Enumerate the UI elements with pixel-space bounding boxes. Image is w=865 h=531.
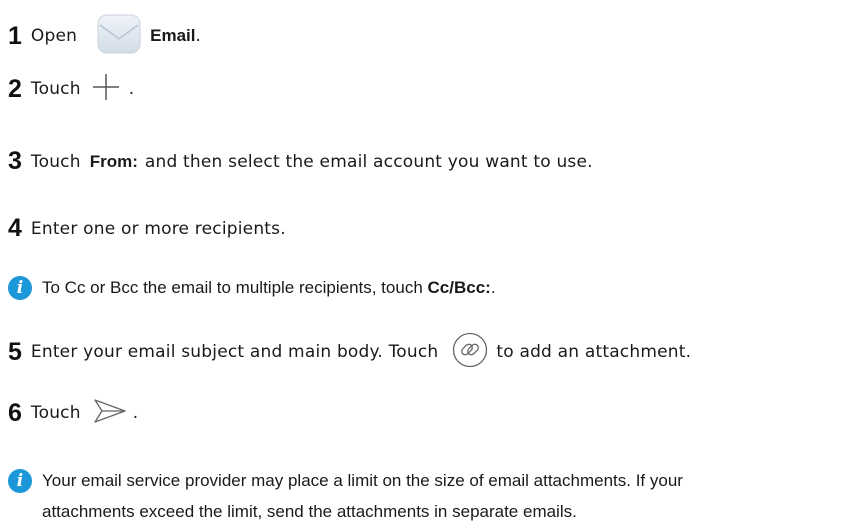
from-label: From: xyxy=(89,151,138,171)
step-5: 5 Enter your email subject and main body… xyxy=(8,332,691,372)
step-number: 4 xyxy=(8,214,22,242)
step-text: Enter your email subject and main body. … xyxy=(30,342,439,362)
email-app-icon xyxy=(97,14,141,58)
send-icon xyxy=(93,398,127,428)
step-6: 6 Touch . xyxy=(8,398,139,428)
step-text: Open xyxy=(30,26,78,46)
step-text: Touch xyxy=(30,79,81,99)
attachment-icon xyxy=(452,332,488,372)
step-text: Touch xyxy=(30,403,81,423)
cc-bcc-label: Cc/Bcc: xyxy=(427,278,491,297)
info-icon: i xyxy=(8,469,32,493)
step-number: 1 xyxy=(8,21,22,50)
step-number: 6 xyxy=(8,398,22,427)
step-1: 1 Open Email . xyxy=(8,14,201,58)
step-3: 3 Touch From: and then select the email … xyxy=(8,147,593,175)
note-text: To Cc or Bcc the email to multiple recip… xyxy=(42,278,496,297)
plus-icon xyxy=(91,72,121,106)
step-text: Enter one or more recipients. xyxy=(30,218,286,239)
note-cc-bcc: i To Cc or Bcc the email to multiple rec… xyxy=(8,276,496,300)
email-label: Email xyxy=(150,26,196,45)
step-number: 5 xyxy=(8,337,22,366)
note-text: Your email service provider may place a … xyxy=(42,471,683,521)
step-number: 2 xyxy=(8,74,22,103)
note-attachment-limit: i Your email service provider may place … xyxy=(8,465,683,527)
step-4: 4 Enter one or more recipients. xyxy=(8,214,286,243)
step-number: 3 xyxy=(8,147,22,175)
step-2: 2 Touch . xyxy=(8,72,134,106)
info-icon: i xyxy=(8,276,32,300)
step-text: Touch xyxy=(30,151,81,172)
